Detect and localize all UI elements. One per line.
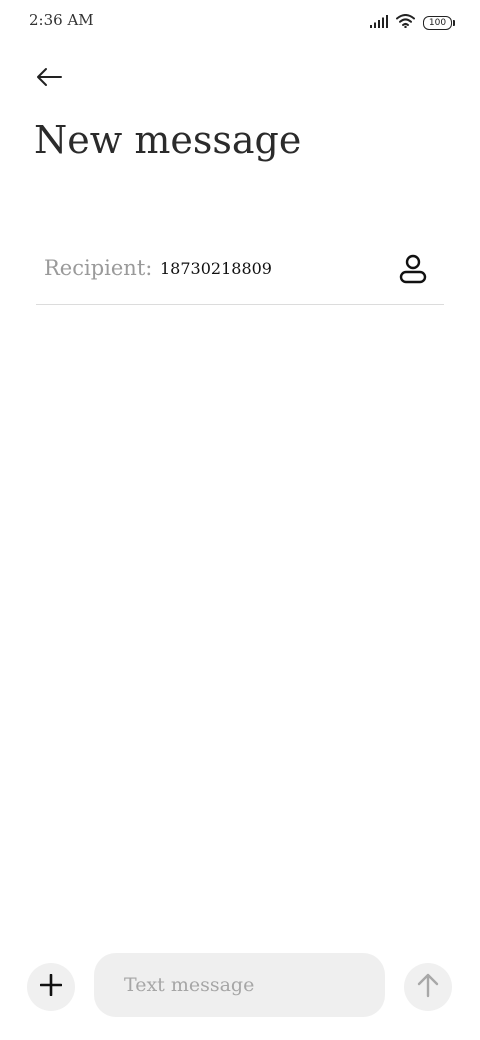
status-bar: 2:36 AM 100 <box>0 0 480 44</box>
composer-bar <box>0 950 480 1022</box>
plus-icon <box>39 973 63 1000</box>
status-icons: 100 <box>370 13 455 32</box>
signal-icon <box>370 13 388 32</box>
message-input[interactable] <box>122 973 357 997</box>
recipient-input[interactable] <box>160 259 380 278</box>
recipient-row: Recipient: <box>36 240 444 305</box>
message-compose-box[interactable] <box>94 953 385 1017</box>
person-icon <box>399 254 427 288</box>
recipient-label: Recipient: <box>44 256 153 280</box>
add-attachment-button[interactable] <box>27 963 75 1011</box>
status-time: 2:36 AM <box>29 11 94 29</box>
battery-icon: 100 <box>423 15 455 30</box>
back-button[interactable] <box>30 60 68 98</box>
send-button[interactable] <box>404 963 452 1011</box>
arrow-left-icon <box>35 67 63 91</box>
wifi-icon <box>396 13 415 32</box>
contact-picker-button[interactable] <box>394 252 432 290</box>
page-title: New message <box>34 118 302 162</box>
arrow-up-icon <box>417 972 439 1002</box>
